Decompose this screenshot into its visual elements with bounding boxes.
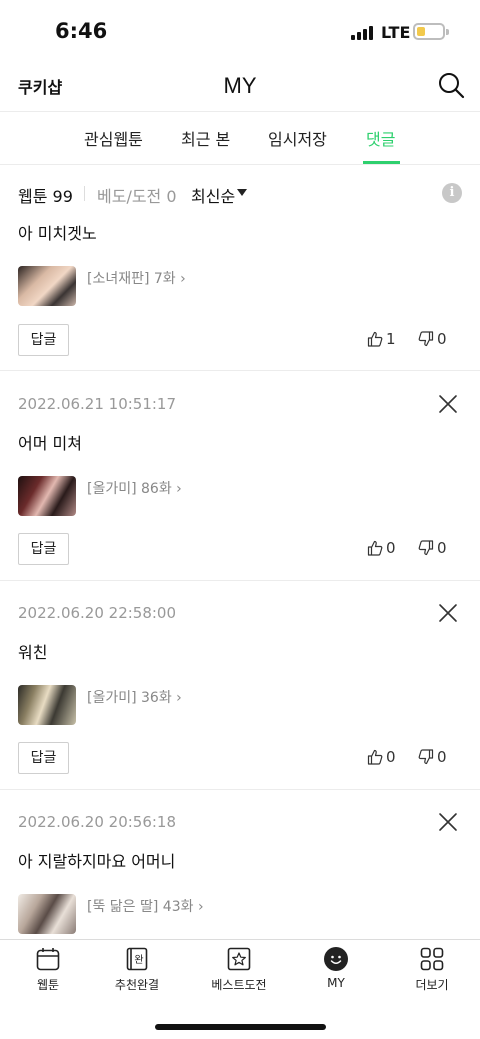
comment-item: 아 미치겟노 [소녀재판] 7화 › 답글 1 0	[0, 208, 480, 371]
signal-icon	[351, 26, 375, 40]
filter-divider	[84, 186, 85, 201]
comment-item: 2022.06.20 20:56:18 아 지랄하지마요 어머니 [뚝 닮은 딸…	[0, 790, 480, 939]
comment-text: 어머 미쳐	[18, 434, 82, 453]
episode-link[interactable]: [소녀재판] 7화 ›	[87, 268, 186, 288]
dislike-button[interactable]: 0	[418, 330, 447, 348]
home-indicator[interactable]	[155, 1024, 326, 1030]
dislike-count: 0	[437, 330, 447, 348]
info-icon[interactable]: i	[442, 183, 462, 203]
nav-label: 더보기	[415, 978, 449, 992]
like-button[interactable]: 1	[367, 330, 396, 348]
filter-row: 웹툰 99 베도/도전 0 최신순 i	[0, 180, 480, 208]
episode-link[interactable]: [올가미] 36화 ›	[87, 687, 182, 707]
thumbs-up-icon	[367, 331, 383, 347]
thumbs-down-icon	[418, 540, 434, 556]
close-icon[interactable]	[437, 602, 459, 624]
active-tab-indicator	[363, 161, 400, 164]
dislike-count: 0	[437, 539, 447, 557]
search-icon[interactable]	[437, 71, 465, 99]
close-icon[interactable]	[437, 811, 459, 833]
thumbs-up-icon	[367, 540, 383, 556]
episode-thumbnail[interactable]	[18, 685, 76, 725]
nav-label: 베스트도전	[211, 978, 267, 992]
comment-item: 2022.06.21 10:51:17 어머 미쳐 [올가미] 86화 › 답글…	[0, 372, 480, 581]
status-bar: 6:46 LTE	[0, 0, 480, 62]
like-button[interactable]: 0	[367, 748, 396, 766]
nav-best-challenge[interactable]: 베스트도전	[199, 946, 279, 993]
comment-text: 워친	[18, 643, 48, 662]
tab-favorites[interactable]: 관심웹툰	[84, 126, 143, 150]
comment-date: 2022.06.20 22:58:00	[18, 604, 177, 622]
episode-thumbnail[interactable]	[18, 266, 76, 306]
comment-text: 아 미치겟노	[18, 224, 97, 243]
like-button[interactable]: 0	[367, 539, 396, 557]
page-title: MY	[223, 73, 257, 98]
like-count: 0	[386, 539, 396, 557]
reply-button[interactable]: 답글	[18, 742, 69, 774]
nav-label: MY	[327, 976, 345, 990]
close-icon[interactable]	[437, 393, 459, 415]
nav-more[interactable]: 더보기	[392, 946, 472, 993]
sort-dropdown[interactable]: 최신순	[191, 183, 235, 207]
dislike-button[interactable]: 0	[418, 748, 447, 766]
star-box-icon	[227, 947, 251, 971]
thumbs-up-icon	[367, 749, 383, 765]
nav-label: 추천완결	[114, 978, 160, 992]
book-badge: 완	[134, 954, 143, 966]
book-icon: 완	[126, 947, 148, 971]
episode-thumbnail[interactable]	[18, 476, 76, 516]
nav-webtoon[interactable]: 웹툰	[8, 946, 88, 993]
nav-completed[interactable]: 완 추천완결	[97, 946, 177, 993]
episode-link[interactable]: [올가미] 86화 ›	[87, 478, 182, 498]
episode-link[interactable]: [뚝 닮은 딸] 43화 ›	[87, 896, 204, 916]
comment-date: 2022.06.21 10:51:17	[18, 395, 177, 413]
reply-button[interactable]: 답글	[18, 324, 69, 356]
app-header: 쿠키샵 MY	[0, 62, 480, 112]
dislike-button[interactable]: 0	[418, 539, 447, 557]
filter-challenge[interactable]: 베도/도전 0	[97, 183, 177, 207]
nav-my[interactable]: MY	[296, 946, 376, 990]
chevron-down-icon[interactable]	[237, 189, 247, 196]
status-time: 6:46	[55, 19, 108, 43]
tab-comments[interactable]: 댓글	[366, 126, 395, 150]
comment-text: 아 지랄하지마요 어머니	[18, 852, 176, 871]
like-count: 0	[386, 748, 396, 766]
thumbs-down-icon	[418, 331, 434, 347]
tab-drafts[interactable]: 임시저장	[268, 126, 327, 150]
battery-icon	[413, 23, 449, 40]
comment-item: 2022.06.20 22:58:00 워친 [올가미] 36화 › 답글 0 …	[0, 581, 480, 790]
grid-icon	[420, 947, 444, 971]
calendar-icon	[36, 948, 60, 971]
comment-date: 2022.06.20 20:56:18	[18, 813, 177, 831]
dislike-count: 0	[437, 748, 447, 766]
tab-recent[interactable]: 최근 본	[181, 126, 230, 150]
like-count: 1	[386, 330, 396, 348]
smile-icon	[324, 947, 348, 971]
tab-bar: 관심웹툰 최근 본 임시저장 댓글	[0, 113, 480, 165]
thumbs-down-icon	[418, 749, 434, 765]
filter-webtoon[interactable]: 웹툰 99	[18, 183, 73, 207]
network-label: LTE	[381, 23, 411, 42]
reply-button[interactable]: 답글	[18, 533, 69, 565]
episode-thumbnail[interactable]	[18, 894, 76, 934]
nav-label: 웹툰	[36, 978, 60, 992]
